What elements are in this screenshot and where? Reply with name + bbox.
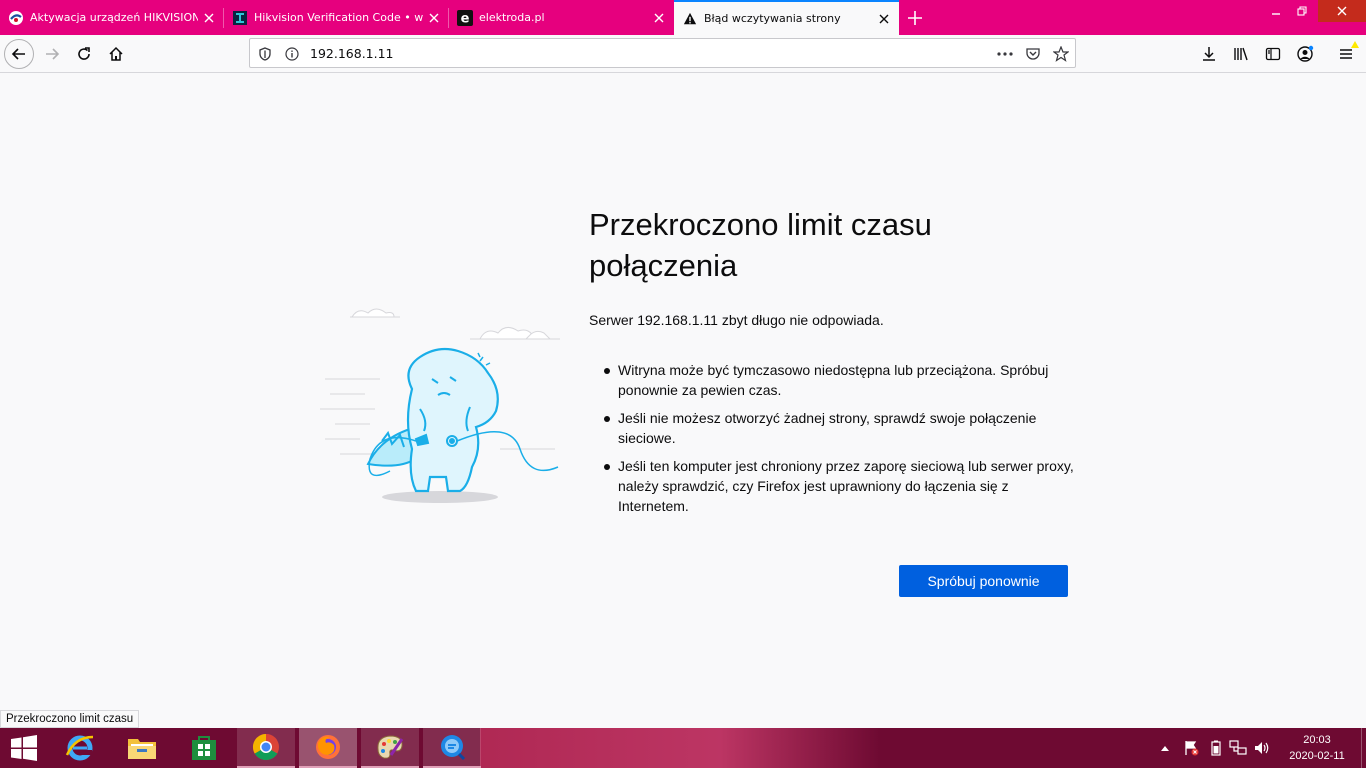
back-arrow-icon [11, 48, 25, 60]
minimize-icon [1272, 13, 1280, 15]
internet-explorer-icon [65, 735, 94, 761]
url-text[interactable]: 192.168.1.11 [310, 46, 394, 61]
tracking-shield-icon[interactable] [256, 45, 274, 63]
tray-volume[interactable] [1252, 728, 1272, 768]
taskbar-chrome[interactable] [237, 728, 295, 768]
speaker-icon [1255, 742, 1269, 754]
warning-icon [682, 11, 698, 27]
clock-time: 20:03 [1303, 734, 1331, 746]
tab-title: Aktywacja urządzeń HIKVISION - F [30, 11, 198, 24]
library-icon [1234, 47, 1248, 61]
close-icon [1337, 6, 1347, 16]
store-icon [192, 736, 216, 760]
home-button[interactable] [101, 39, 131, 69]
restore-icon [1297, 6, 1307, 16]
taskbar-internet-explorer[interactable] [51, 728, 109, 768]
hikvision-icon [232, 10, 248, 26]
close-window-button[interactable] [1318, 0, 1366, 22]
chevron-up-icon [1161, 746, 1169, 751]
windows-logo-icon [11, 735, 37, 761]
tab-load-error[interactable]: Błąd wczytywania strony [674, 0, 899, 35]
battery-icon [1211, 740, 1221, 756]
list-item: Jeśli ten komputer jest chroniony przez … [604, 456, 1074, 516]
firefox-icon [316, 735, 340, 759]
home-icon [109, 46, 123, 61]
tab-title: Błąd wczytywania strony [704, 12, 841, 25]
file-explorer-icon [128, 739, 156, 759]
list-item: Jeśli nie możesz otworzyć żadnej strony,… [604, 408, 1074, 448]
url-bar[interactable]: 192.168.1.11 [249, 38, 1076, 68]
close-tab-icon[interactable] [648, 7, 670, 29]
list-item: Witryna może być tymczasowo niedostępna … [604, 360, 1074, 400]
tab-hikvision-activation[interactable]: Aktywacja urządzeń HIKVISION - F [0, 0, 224, 35]
clock-date: 2020-02-11 [1289, 750, 1345, 762]
navigation-toolbar: 192.168.1.11 [0, 35, 1366, 73]
error-suggestions: Witryna może być tymczasowo niedostępna … [604, 360, 1074, 524]
plus-icon [908, 11, 922, 25]
taskbar-store[interactable] [175, 728, 233, 768]
close-tab-icon[interactable] [198, 7, 220, 29]
tab-title: elektroda.pl [479, 11, 545, 24]
restore-button[interactable] [1292, 0, 1312, 22]
paint-icon [377, 735, 404, 759]
tab-strip: Aktywacja urządzeń HIKVISION - F Hikvisi… [0, 0, 1366, 35]
tray-action-center-flag[interactable] [1180, 728, 1202, 768]
taskbar-file-explorer[interactable] [113, 728, 171, 768]
info-icon[interactable] [283, 45, 301, 63]
tab-hikvision-verification[interactable]: Hikvision Verification Code • w [224, 0, 449, 35]
tab-title: Hikvision Verification Code • w [254, 11, 423, 24]
error-title: Przekroczono limit czasu połączenia [589, 207, 932, 283]
close-tab-icon[interactable] [873, 8, 895, 30]
tray-battery[interactable] [1206, 728, 1226, 768]
new-tab-button[interactable] [903, 6, 927, 30]
taskbar-clock[interactable]: 20:03 2020-02-11 [1282, 732, 1352, 764]
start-button[interactable] [0, 728, 48, 768]
error-description: Serwer 192.168.1.11 zbyt długo nie odpow… [589, 312, 884, 328]
tab-elektroda[interactable]: e elektroda.pl [449, 0, 674, 35]
circle-logo-icon [8, 10, 24, 26]
taskbar: 20:03 2020-02-11 [0, 728, 1366, 768]
tray-network[interactable] [1228, 728, 1248, 768]
taskbar-firefox[interactable] [299, 728, 357, 768]
page-actions-icon[interactable] [996, 45, 1014, 63]
sidebar-icon [1265, 47, 1281, 61]
show-desktop-button[interactable] [1361, 728, 1366, 768]
status-panel: Przekroczono limit czasu [0, 710, 140, 728]
library-button[interactable] [1226, 39, 1256, 69]
taskbar-paint[interactable] [361, 728, 419, 768]
downloads-button[interactable] [1194, 39, 1224, 69]
retry-button[interactable]: Spróbuj ponownie [899, 565, 1068, 597]
chrome-icon [252, 733, 279, 761]
svg-text:e: e [461, 11, 470, 26]
forward-arrow-icon [46, 48, 60, 60]
menu-button[interactable] [1331, 39, 1361, 69]
reload-button[interactable] [69, 39, 99, 69]
magnifier-app-icon [441, 735, 466, 761]
taskbar-magnifier-app[interactable] [423, 728, 481, 768]
close-tab-icon[interactable] [423, 7, 445, 29]
error-page: Przekroczono limit czasu połączenia Serw… [0, 74, 1366, 728]
minimize-button[interactable] [1266, 0, 1286, 22]
network-icon [1229, 740, 1247, 755]
back-button[interactable] [4, 39, 34, 69]
forward-button[interactable] [37, 39, 67, 69]
update-badge-icon [1351, 41, 1359, 48]
bookmark-star-icon[interactable] [1052, 45, 1070, 63]
account-button[interactable] [1290, 39, 1320, 69]
sidebar-button[interactable] [1258, 39, 1288, 69]
elektroda-icon: e [457, 9, 473, 26]
show-hidden-icons-button[interactable] [1158, 728, 1172, 768]
flag-error-icon [1185, 741, 1199, 756]
account-icon [1297, 45, 1314, 62]
download-icon [1203, 47, 1215, 61]
reload-icon [78, 47, 90, 60]
pocket-icon[interactable] [1024, 45, 1042, 63]
disconnected-dino-illustration [320, 308, 560, 503]
